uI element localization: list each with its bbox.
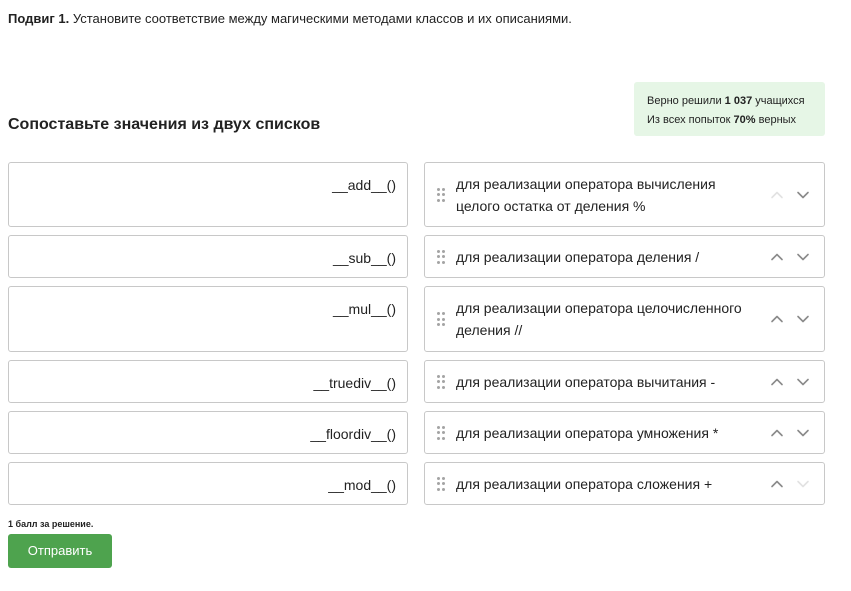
- task-text: Установите соответствие между магическим…: [72, 11, 572, 26]
- drag-handle-icon[interactable]: [437, 476, 445, 491]
- drag-handle-icon[interactable]: [437, 249, 445, 264]
- description-card[interactable]: для реализации оператора вычисления цело…: [424, 162, 825, 227]
- method-name: __sub__(): [332, 250, 396, 266]
- description-text: для реализации оператора целочисленного …: [456, 300, 742, 338]
- drag-handle-icon[interactable]: [437, 374, 445, 389]
- points-note: 1 балл за решение.: [8, 519, 94, 529]
- matching-row: __mod__() для реализации оператора сложен…: [8, 462, 825, 505]
- description-text: для реализации оператора сложения +: [456, 475, 713, 492]
- stats-attempts-suffix: верных: [758, 114, 797, 126]
- drag-handle-icon[interactable]: [437, 187, 445, 202]
- drag-handle-icon[interactable]: [437, 425, 445, 440]
- method-name: __add__(): [332, 177, 396, 193]
- matching-row: __floordiv__() для реализации оператора у…: [8, 411, 825, 454]
- method-cell: __truediv__(): [8, 360, 408, 403]
- chevron-up-icon[interactable]: [770, 377, 784, 387]
- drag-handle-icon[interactable]: [437, 312, 445, 326]
- stats-solved-count: 1 037: [724, 95, 753, 107]
- reorder-controls: [770, 251, 810, 263]
- description-card[interactable]: для реализации оператора сложения +: [424, 462, 825, 505]
- chevron-down-icon[interactable]: [796, 190, 810, 200]
- method-name: __truediv__(): [313, 375, 397, 391]
- chevron-down-icon[interactable]: [796, 479, 810, 489]
- stats-attempts-prefix: Из всех попыток: [647, 114, 731, 126]
- reorder-controls: [770, 478, 810, 490]
- task-label: Подвиг 1.: [8, 11, 70, 26]
- reorder-controls: [770, 313, 810, 325]
- chevron-up-icon[interactable]: [770, 314, 784, 324]
- method-cell: __add__(): [8, 162, 408, 227]
- stats-panel: Верно решили 1 037 учащихся Из всех попы…: [634, 82, 825, 136]
- reorder-controls: [770, 376, 810, 388]
- chevron-down-icon[interactable]: [796, 428, 810, 438]
- description-text: для реализации оператора вычитания -: [456, 373, 716, 390]
- task-statement: Подвиг 1. Установите соответствие между …: [8, 11, 572, 27]
- method-cell: __mul__(): [8, 286, 408, 352]
- description-text: для реализации оператора умножения *: [456, 424, 719, 441]
- stats-solved-prefix: Верно решили: [647, 95, 722, 107]
- chevron-down-icon[interactable]: [796, 252, 810, 262]
- stats-attempts: Из всех попыток 70% верных: [647, 111, 825, 130]
- reorder-controls: [770, 427, 810, 439]
- submit-button[interactable]: Отправить: [8, 534, 112, 568]
- reorder-controls: [770, 189, 810, 201]
- chevron-up-icon[interactable]: [770, 190, 784, 200]
- method-name: __mul__(): [332, 301, 396, 317]
- chevron-up-icon[interactable]: [770, 479, 784, 489]
- description-text: для реализации оператора вычисления цело…: [456, 175, 716, 214]
- description-card[interactable]: для реализации оператора деления /: [424, 235, 825, 278]
- matching-heading: Сопоставьте значения из двух списков: [8, 116, 321, 133]
- chevron-down-icon[interactable]: [796, 377, 810, 387]
- chevron-up-icon[interactable]: [770, 252, 784, 262]
- method-cell: __floordiv__(): [8, 411, 408, 454]
- description-card[interactable]: для реализации оператора целочисленного …: [424, 286, 825, 352]
- method-cell: __sub__(): [8, 235, 408, 278]
- method-cell: __mod__(): [8, 462, 408, 505]
- matching-row: __add__() для реализации оператора вычисл…: [8, 162, 825, 227]
- method-name: __mod__(): [328, 477, 396, 493]
- matching-row: __truediv__() для реализации оператора вы…: [8, 360, 825, 403]
- matching-row: __mul__() для реализации оператора целочи…: [8, 286, 825, 352]
- matching-row: __sub__() для реализации оператора делени…: [8, 235, 825, 278]
- description-text: для реализации оператора деления /: [456, 248, 700, 265]
- description-card[interactable]: для реализации оператора вычитания -: [424, 360, 825, 403]
- description-card[interactable]: для реализации оператора умножения *: [424, 411, 825, 454]
- stats-solved: Верно решили 1 037 учащихся: [647, 92, 825, 111]
- chevron-down-icon[interactable]: [796, 314, 810, 324]
- method-name: __floordiv__(): [310, 426, 396, 442]
- stats-solved-suffix: учащихся: [755, 95, 805, 107]
- stats-attempts-percent: 70%: [733, 114, 756, 126]
- chevron-up-icon[interactable]: [770, 428, 784, 438]
